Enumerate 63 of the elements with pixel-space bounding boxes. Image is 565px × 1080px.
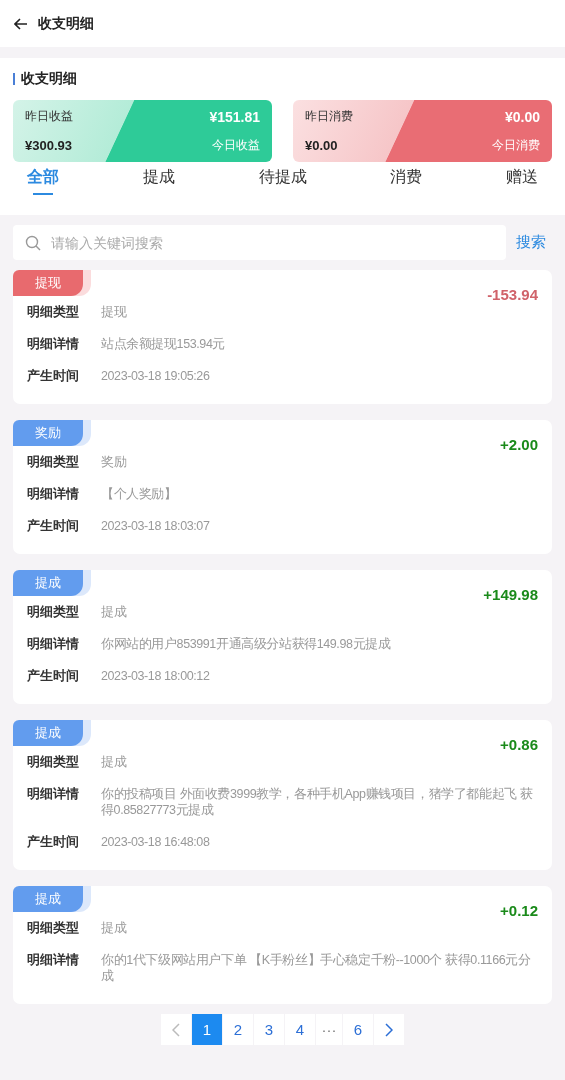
field-value: 2023-03-18 19:05:26: [101, 368, 211, 384]
field-value: 站点余额提现153.94元: [101, 336, 227, 352]
page-ellipsis: ···: [316, 1014, 342, 1045]
next-page-button[interactable]: [374, 1014, 404, 1045]
field-label: 产生时间: [27, 834, 80, 850]
field-label: 明细类型: [27, 304, 80, 320]
field-value: 提成: [101, 754, 128, 770]
chevron-left-icon: [172, 1022, 180, 1037]
field-label: 明细类型: [27, 604, 80, 620]
field-value: 提成: [101, 604, 128, 620]
stat-value: ¥151.81: [209, 108, 260, 125]
search-icon: [25, 234, 41, 251]
field-value: 提现: [101, 304, 128, 320]
field-label: 明细详情: [27, 786, 80, 803]
page-button[interactable]: 2: [223, 1014, 253, 1045]
tab[interactable]: 全部: [27, 162, 59, 197]
stat-value: ¥0.00: [504, 108, 540, 125]
field-value: 你的1代下级网站用户下单 【K手粉丝】手心稳定千粉--1000个 获得0.1166元分成: [101, 952, 532, 984]
field-value: 你的投稿项目 外面收费3999教学，各种手机App赚钱项目，猪学了都能起飞 获得0.85827773元提成: [101, 786, 534, 818]
stat-value: ¥300.93: [25, 138, 72, 153]
amount: +0.86: [500, 736, 538, 753]
amount: +149.98: [483, 586, 538, 603]
page-title: 收支明细: [38, 14, 94, 33]
field-label: 明细类型: [27, 454, 80, 470]
search-input[interactable]: 请输入关键词搜索: [49, 233, 494, 252]
page-button[interactable]: 6: [343, 1014, 373, 1045]
stat-label: 今日消费: [492, 137, 540, 154]
field-label: 产生时间: [27, 518, 80, 534]
stat-label: 昨日收益: [25, 108, 73, 125]
field-label: 明细类型: [27, 754, 80, 770]
field-value: 2023-03-18 18:03:07: [101, 518, 211, 534]
stat-value: ¥0.00: [305, 138, 338, 153]
page-button[interactable]: 4: [285, 1014, 315, 1045]
field-value: 你网站的用户853991开通高级分站获得149.98元提成: [101, 636, 392, 652]
field-label: 明细类型: [27, 920, 80, 936]
stat-label: 昨日消费: [305, 108, 353, 125]
field-value: 2023-03-18 18:00:12: [101, 668, 211, 684]
field-label: 产生时间: [27, 668, 80, 684]
title-accent-bar: [13, 73, 15, 85]
tab[interactable]: 待提成: [258, 162, 307, 197]
field-label: 明细详情: [27, 636, 80, 652]
back-arrow-icon[interactable]: [14, 17, 28, 30]
field-value: 【个人奖励】: [101, 486, 178, 502]
page-button[interactable]: 3: [254, 1014, 284, 1045]
tab[interactable]: 赠送: [506, 162, 538, 197]
page-button[interactable]: 1: [192, 1014, 222, 1045]
search-field[interactable]: 请输入关键词搜索: [13, 225, 506, 260]
field-label: 产生时间: [27, 368, 80, 384]
amount: +0.12: [500, 902, 538, 919]
amount: -153.94: [487, 286, 538, 303]
field-value: 奖励: [101, 454, 128, 470]
chevron-right-icon: [385, 1022, 393, 1037]
field-label: 明细详情: [27, 952, 80, 969]
field-label: 明细详情: [27, 336, 80, 352]
tab[interactable]: 消费: [390, 162, 423, 197]
amount: +2.00: [500, 436, 538, 453]
field-label: 明细详情: [27, 486, 80, 502]
section-title: 收支明细: [21, 70, 77, 88]
tab[interactable]: 提成: [142, 162, 175, 197]
field-value: 2023-03-18 16:48:08: [101, 834, 211, 850]
field-value: 提成: [101, 920, 128, 936]
search-button[interactable]: 搜索: [516, 233, 552, 252]
stat-label: 今日收益: [212, 137, 260, 154]
